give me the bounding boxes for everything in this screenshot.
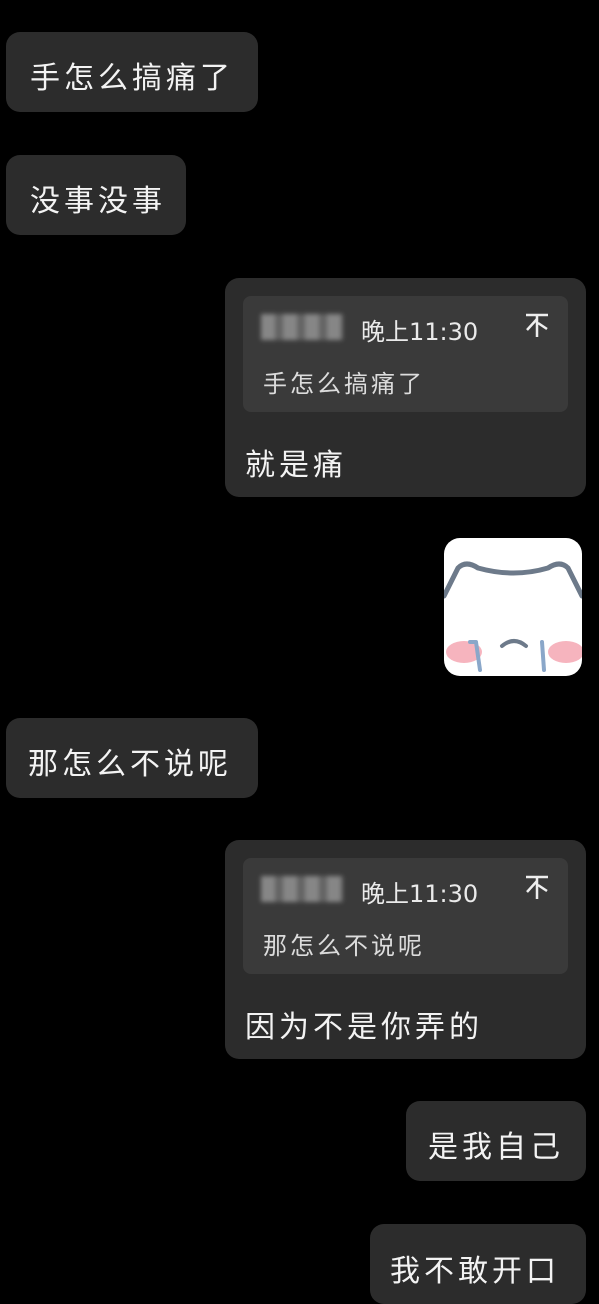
message-bubble-right[interactable]: 我不敢开口 bbox=[370, 1224, 586, 1304]
message-text: 是我自己 bbox=[428, 1130, 564, 1165]
blurred-sender-name bbox=[261, 876, 343, 902]
message-bubble-left[interactable]: 手怎么搞痛了 bbox=[6, 32, 258, 112]
quote-text: 手怎么搞痛了 bbox=[263, 370, 425, 398]
message-bubble-left[interactable]: 没事没事 bbox=[6, 155, 186, 235]
message-bubble-left[interactable]: 那怎么不说呢 bbox=[6, 718, 258, 798]
quote-text: 那怎么不说呢 bbox=[263, 932, 425, 960]
message-text: 那怎么不说呢 bbox=[28, 747, 232, 782]
message-text: 我不敢开口 bbox=[390, 1254, 560, 1289]
quote-timestamp: 晚上11:30 bbox=[361, 880, 479, 908]
message-bubble-right[interactable]: 是我自己 bbox=[406, 1101, 586, 1181]
message-bubble-right-reply[interactable]: 晚上11:30 手怎么搞痛了 就是痛 bbox=[225, 278, 586, 497]
message-text: 因为不是你弄的 bbox=[245, 1010, 483, 1045]
pin-top-icon[interactable] bbox=[522, 872, 552, 902]
quoted-message[interactable]: 晚上11:30 手怎么搞痛了 bbox=[243, 296, 568, 412]
quoted-message[interactable]: 晚上11:30 那怎么不说呢 bbox=[243, 858, 568, 974]
message-text: 没事没事 bbox=[30, 184, 166, 219]
message-text: 手怎么搞痛了 bbox=[30, 61, 234, 96]
message-bubble-right-reply[interactable]: 晚上11:30 那怎么不说呢 因为不是你弄的 bbox=[225, 840, 586, 1059]
pin-top-icon[interactable] bbox=[522, 310, 552, 340]
quote-timestamp: 晚上11:30 bbox=[361, 318, 479, 346]
cat-face-drawing bbox=[444, 561, 582, 672]
message-text: 就是痛 bbox=[245, 448, 347, 483]
blurred-sender-name bbox=[261, 314, 343, 340]
crying-cat-sticker[interactable] bbox=[444, 538, 582, 676]
